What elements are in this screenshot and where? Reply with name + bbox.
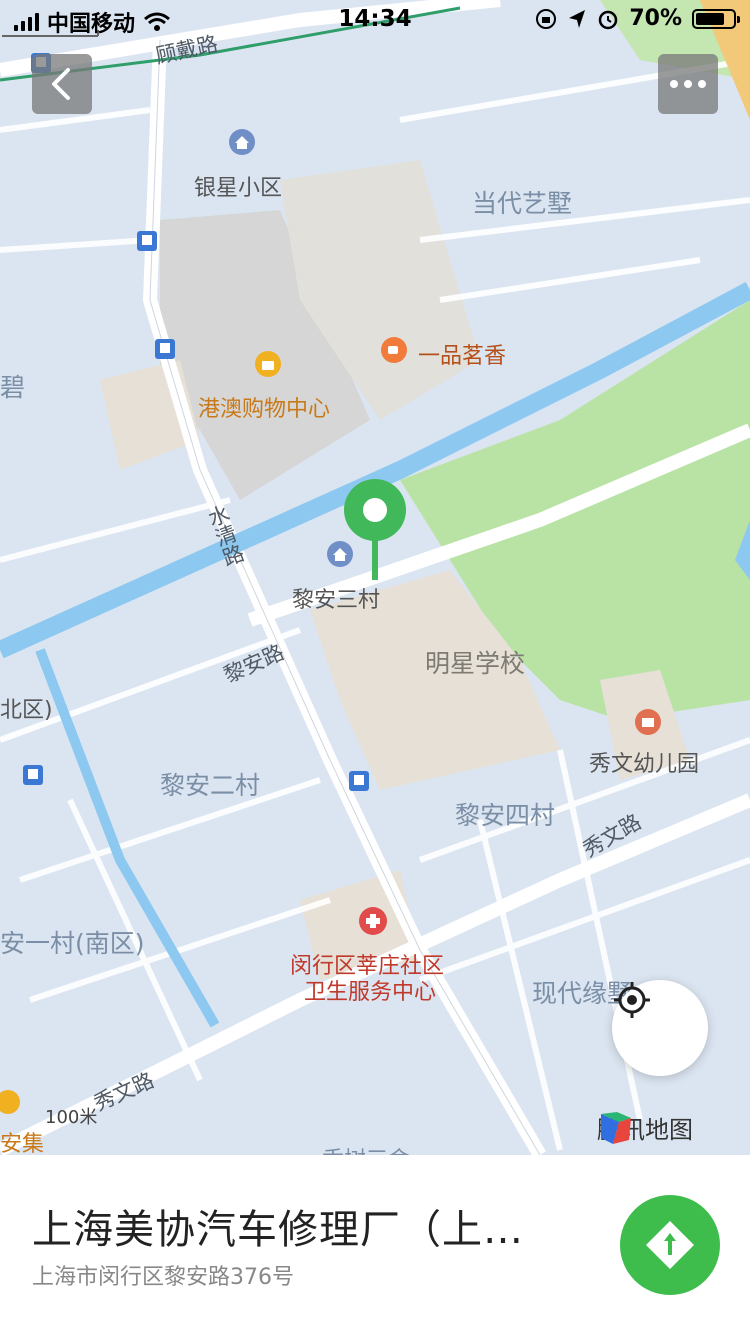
back-button[interactable]: [32, 54, 92, 114]
place-info-sheet: 上海美协汽车修理厂（上… 上海市闵行区黎安路376号: [0, 1155, 750, 1334]
area-label: 明星学校: [425, 649, 526, 678]
alarm-icon: [599, 10, 618, 29]
map-view[interactable]: 顾戴路 银星小区 当代艺墅 一品茗香 港澳购物中心 水清路 黎安三村 黎安路 明…: [0, 0, 750, 1155]
place-address: 上海市闵行区黎安路376号: [32, 1265, 294, 1290]
area-label: 北区): [0, 698, 53, 723]
shopping-icon: [0, 1090, 20, 1114]
poi-label: 卫生服务中心: [304, 980, 437, 1005]
scale-label: 100米: [45, 1107, 98, 1128]
poi-label: 港澳购物中心: [198, 397, 331, 422]
map-pin-icon: [344, 479, 406, 580]
more-dots-icon: [670, 80, 678, 88]
area-label: 碧: [0, 373, 26, 402]
shopping-icon: [255, 351, 281, 377]
bus-stop-icon: [155, 339, 175, 359]
location-arrow-icon: [569, 9, 586, 28]
crosshair-icon: [614, 982, 650, 1018]
place-name: 上海美协汽车修理厂（上…: [32, 1207, 524, 1253]
battery-percent: 70%: [629, 6, 682, 31]
area-label: 安一村(南区): [0, 929, 145, 958]
area-label: 香树三舍: [322, 1142, 410, 1155]
battery-icon: [692, 8, 740, 29]
bus-stop-icon: [137, 231, 157, 251]
area-label: 黎安二村: [160, 771, 261, 800]
area-label: 黎安四村: [455, 801, 556, 830]
school-icon: [635, 709, 661, 735]
hospital-icon: [359, 907, 387, 935]
bus-stop-icon: [23, 765, 43, 785]
locate-button[interactable]: [612, 980, 708, 1076]
more-button[interactable]: [658, 54, 718, 114]
cafe-icon: [381, 337, 407, 363]
home-icon: [229, 129, 255, 155]
poi-label: 黎安三村: [292, 588, 381, 613]
poi-label: 安集: [0, 1132, 45, 1155]
navigation-arrow-icon: [646, 1221, 694, 1269]
area-label: 当代艺墅: [472, 189, 573, 218]
map-watermark: 腾讯地图: [597, 1110, 693, 1145]
poi-label: 一品茗香: [418, 344, 507, 369]
chevron-left-icon: [52, 68, 70, 100]
bus-stop-icon: [349, 771, 369, 791]
poi-label: 秀文幼儿园: [589, 752, 700, 777]
status-bar: 中国移动 14:34 70%: [0, 0, 750, 40]
rotation-lock-icon: [536, 8, 557, 29]
poi-label: 银星小区: [194, 176, 283, 201]
navigate-button[interactable]: [620, 1195, 720, 1295]
tencent-map-logo-icon: [601, 1112, 631, 1144]
